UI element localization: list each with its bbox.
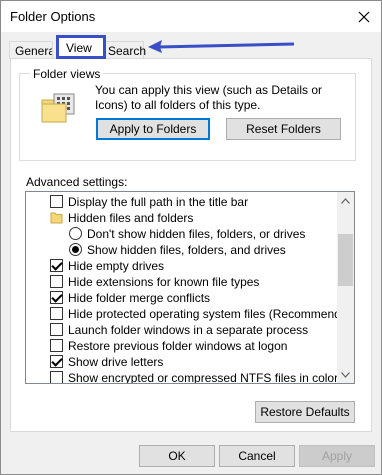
folder-view-icon xyxy=(41,93,75,123)
folder-views-description: You can apply this view (such as Details… xyxy=(95,83,323,112)
radio[interactable] xyxy=(69,227,82,240)
scroll-up-icon[interactable] xyxy=(337,192,354,209)
apply-button[interactable]: Apply xyxy=(299,445,375,467)
folder-views-legend: Folder views xyxy=(30,67,104,81)
list-item-label: Show encrypted or compressed NTFS files … xyxy=(68,371,339,384)
restore-defaults-button[interactable]: Restore Defaults xyxy=(255,401,355,423)
tab-search[interactable]: Search xyxy=(104,41,146,59)
list-item-label: Display the full path in the title bar xyxy=(68,195,249,209)
tab-general[interactable]: General xyxy=(9,41,53,59)
checkbox[interactable] xyxy=(50,323,63,336)
folder-icon xyxy=(50,212,63,224)
checkbox-checked[interactable] xyxy=(50,355,63,368)
scroll-thumb[interactable] xyxy=(338,234,353,286)
ok-button[interactable]: OK xyxy=(139,445,215,467)
list-item-label: Don't show hidden files, folders, or dri… xyxy=(87,227,306,241)
advanced-settings-list[interactable]: Display the full path in the title bar Hi… xyxy=(25,191,355,384)
list-item-label: Show hidden files, folders, and drives xyxy=(87,243,286,257)
list-item-label: Restore previous folder windows at logon xyxy=(68,339,288,353)
list-item-label: Hidden files and folders xyxy=(68,211,194,225)
scroll-down-icon[interactable] xyxy=(337,366,354,383)
checkbox-checked[interactable] xyxy=(50,259,63,272)
list-item-label: Show drive letters xyxy=(68,355,164,369)
checkbox[interactable] xyxy=(50,275,63,288)
advanced-settings-scrollbar[interactable] xyxy=(337,192,354,383)
title-bar: Folder Options xyxy=(1,1,381,32)
reset-folders-button[interactable]: Reset Folders xyxy=(226,118,341,140)
window-title: Folder Options xyxy=(10,9,96,24)
list-item-label: Hide empty drives xyxy=(68,259,165,273)
cancel-button[interactable]: Cancel xyxy=(219,445,295,467)
checkbox[interactable] xyxy=(50,371,63,383)
checkbox-checked[interactable] xyxy=(50,291,63,304)
list-item-label: Hide protected operating system files (R… xyxy=(68,307,355,321)
list-item-label: Launch folder windows in a separate proc… xyxy=(68,323,309,337)
advanced-settings-label: Advanced settings: xyxy=(26,175,128,189)
radio-selected[interactable] xyxy=(69,243,82,256)
list-item-label: Hide extensions for known file types xyxy=(68,275,260,289)
annotation-arrow-icon xyxy=(148,40,295,53)
list-item-label: Hide folder merge conflicts xyxy=(68,291,211,305)
tab-view[interactable]: View xyxy=(56,35,106,59)
close-icon[interactable] xyxy=(347,1,381,32)
apply-to-folders-button[interactable]: Apply to Folders xyxy=(96,118,210,140)
checkbox[interactable] xyxy=(50,195,63,208)
checkbox[interactable] xyxy=(50,339,63,352)
checkbox[interactable] xyxy=(50,307,63,320)
